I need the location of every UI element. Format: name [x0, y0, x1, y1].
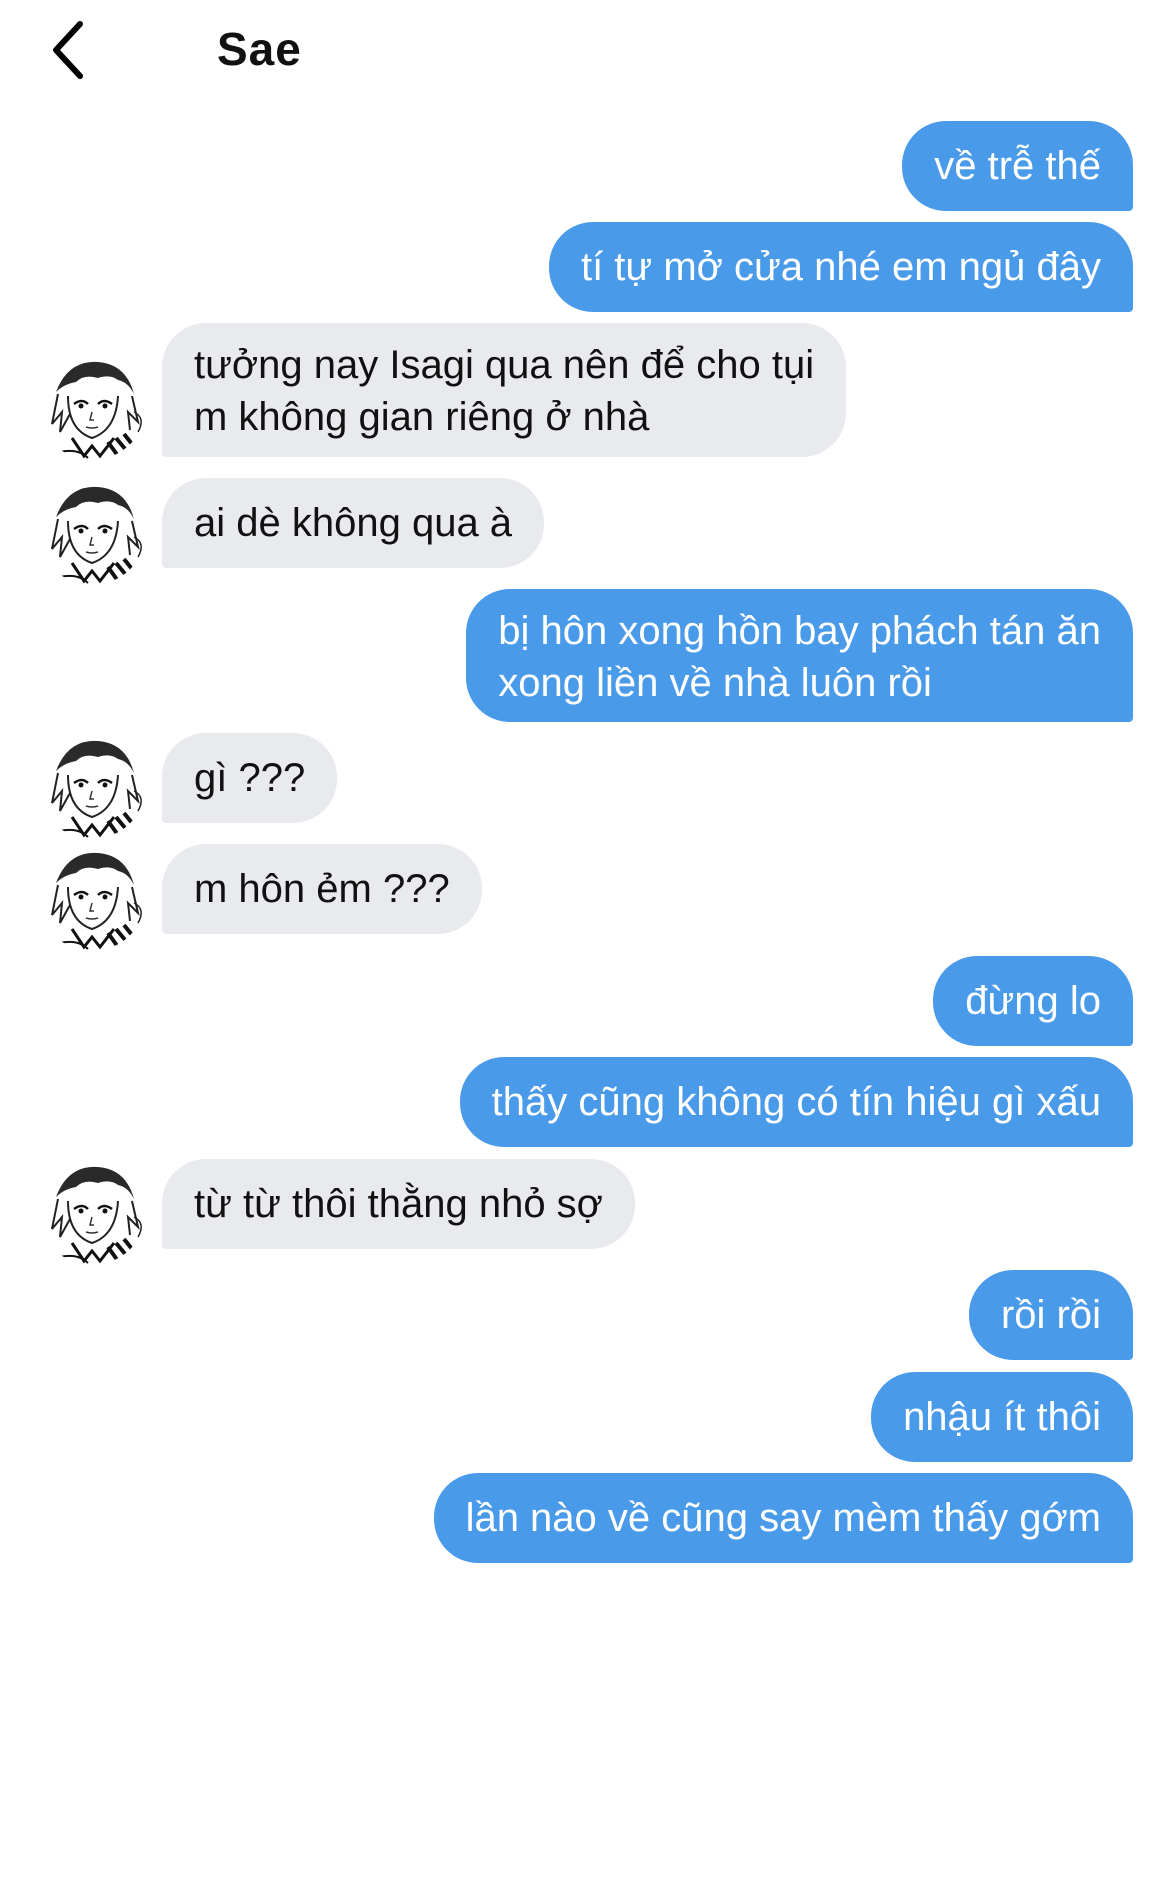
message-text-line: m không gian riêng ở nhà: [194, 395, 650, 439]
message-text: gì ???: [194, 756, 306, 800]
contact-name[interactable]: Sae: [217, 22, 302, 76]
message-bubble-incoming[interactable]: ai dè không qua à: [162, 478, 545, 568]
chat-header: Sae: [0, 0, 1170, 100]
contact-avatar[interactable]: [38, 477, 146, 585]
message-text-line: tưởng nay Isagi qua nên để cho tụi: [194, 343, 815, 387]
avatar-image: [38, 731, 146, 839]
avatar-image: [38, 352, 146, 460]
chevron-left-icon: [53, 21, 83, 79]
message-text-line: xong liền về nhà luôn rồi: [498, 661, 932, 705]
message-bubble-outgoing[interactable]: đừng lo: [933, 956, 1133, 1046]
message-text: về trễ thế: [934, 144, 1101, 188]
contact-avatar[interactable]: [38, 731, 146, 839]
avatar-image: [38, 1157, 146, 1265]
message-text: nhậu ít thôi: [903, 1395, 1101, 1439]
message-text: ai dè không qua à: [194, 501, 513, 545]
message-bubble-outgoing[interactable]: nhậu ít thôi: [871, 1372, 1133, 1462]
message-bubble-outgoing[interactable]: bị hôn xong hồn bay phách tán ăn xong li…: [466, 589, 1133, 722]
message-bubble-incoming[interactable]: tưởng nay Isagi qua nên để cho tụi m khô…: [162, 323, 847, 457]
message-bubble-outgoing[interactable]: tí tự mở cửa nhé em ngủ đây: [548, 222, 1133, 312]
message-text-line: bị hôn xong hồn bay phách tán ăn: [498, 609, 1101, 653]
message-bubble-outgoing[interactable]: lần nào về cũng say mèm thấy gớm: [433, 1473, 1133, 1563]
message-bubble-outgoing[interactable]: về trễ thế: [902, 121, 1133, 211]
message-text: từ từ thôi thằng nhỏ sợ: [194, 1182, 603, 1226]
message-bubble-incoming[interactable]: gì ???: [162, 733, 338, 823]
message-bubble-incoming[interactable]: từ từ thôi thằng nhỏ sợ: [162, 1159, 635, 1249]
avatar-image: [38, 843, 146, 951]
contact-avatar[interactable]: [38, 843, 146, 951]
avatar-image: [38, 477, 146, 585]
contact-avatar[interactable]: [38, 352, 146, 460]
message-text: thấy cũng không có tín hiệu gì xấu: [491, 1080, 1101, 1124]
message-text: rồi rồi: [1000, 1293, 1101, 1337]
message-text: đừng lo: [965, 979, 1101, 1023]
message-text: lần nào về cũng say mèm thấy gớm: [465, 1496, 1101, 1540]
contact-avatar[interactable]: [38, 1157, 146, 1265]
message-text: tí tự mở cửa nhé em ngủ đây: [580, 245, 1101, 289]
message-bubble-outgoing[interactable]: thấy cũng không có tín hiệu gì xấu: [459, 1057, 1133, 1147]
message-bubble-incoming[interactable]: m hôn ẻm ???: [162, 844, 482, 934]
back-button[interactable]: [40, 18, 96, 82]
message-bubble-outgoing[interactable]: rồi rồi: [968, 1270, 1133, 1360]
message-text: m hôn ẻm ???: [194, 867, 450, 911]
